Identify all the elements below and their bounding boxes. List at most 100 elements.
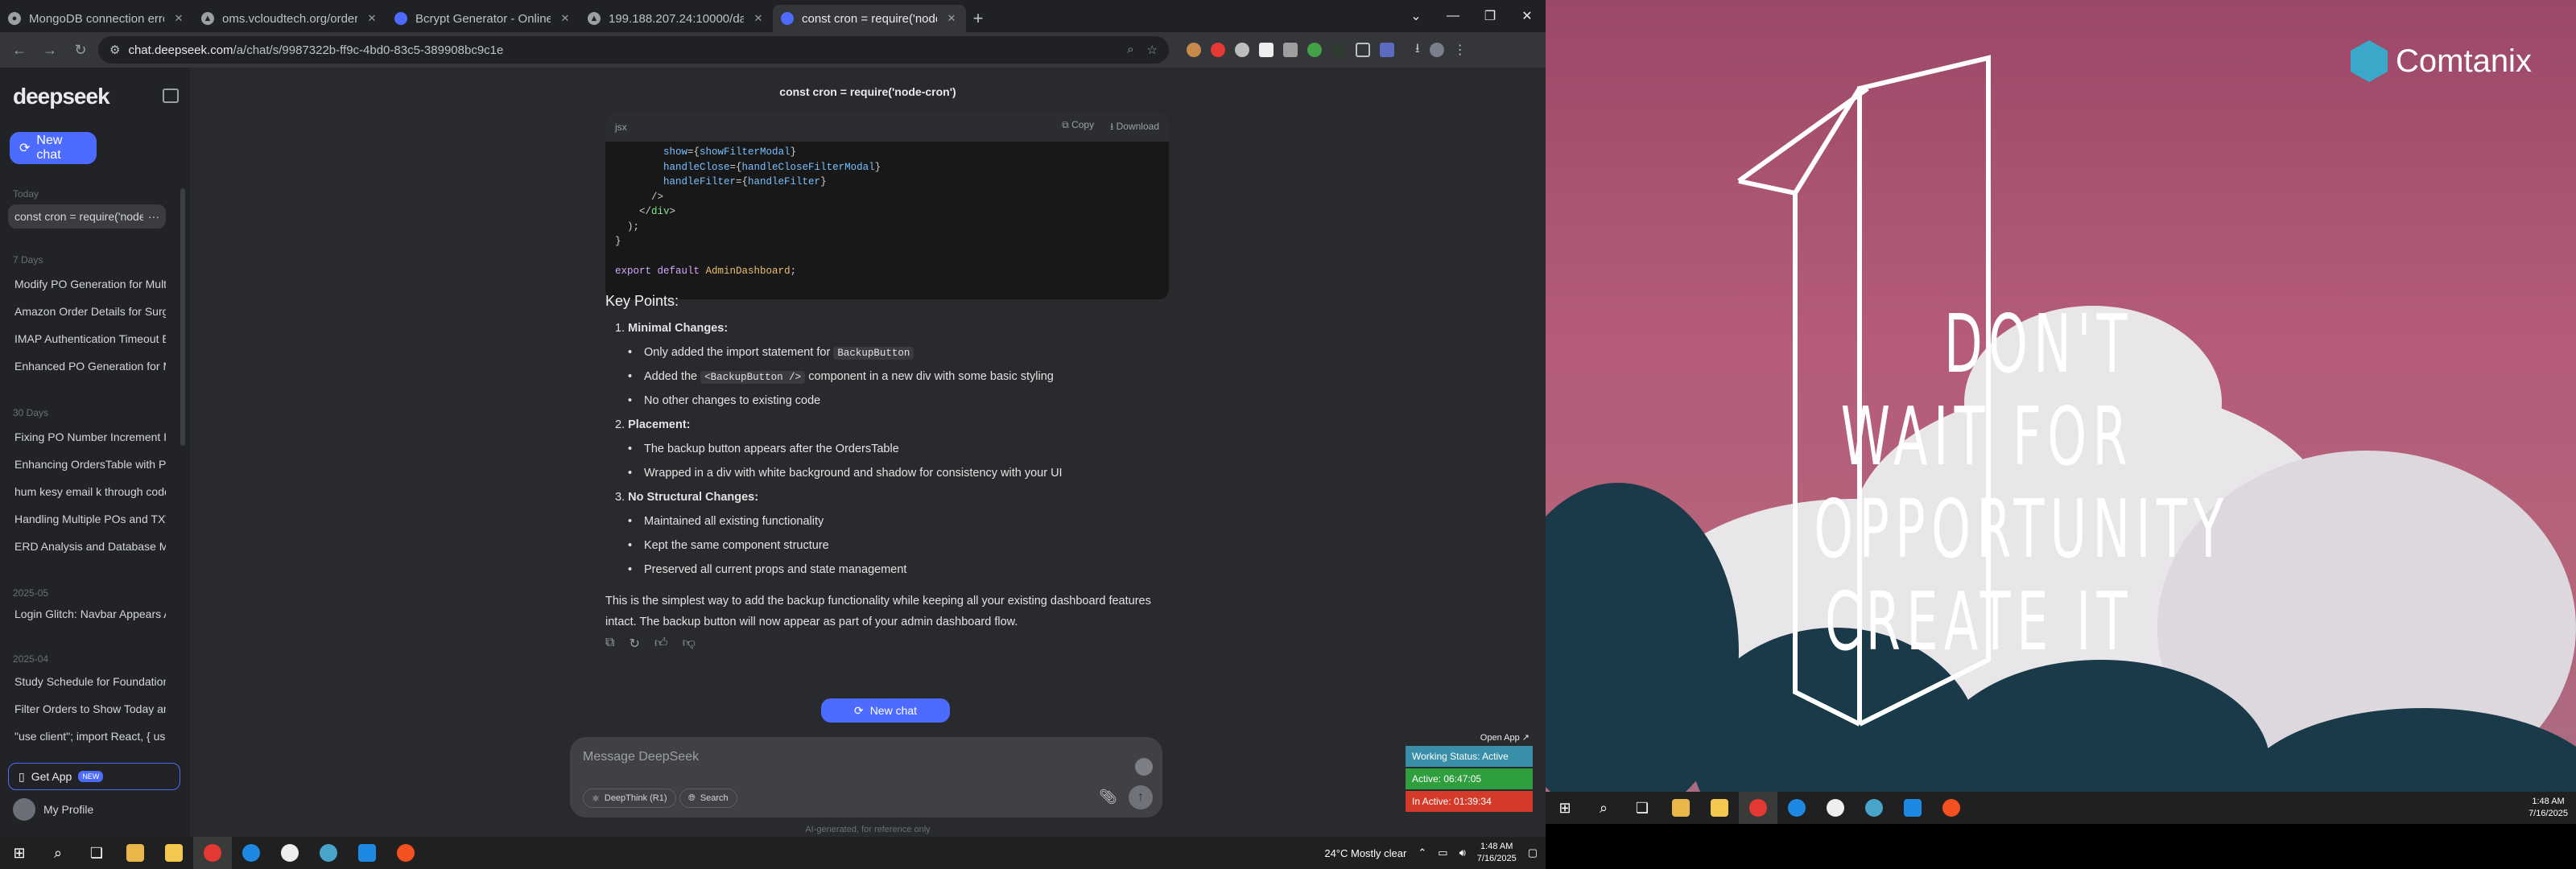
store-icon[interactable] [1700,792,1739,824]
chat-history-item[interactable]: ERD Analysis and Database Mod [8,534,166,558]
vscode-icon[interactable] [348,837,386,869]
menu-icon[interactable]: ⋮ [1454,42,1467,58]
weather[interactable]: 24°C Mostly clear [1324,847,1406,859]
chat-history-item[interactable]: Modify PO Generation for Multi [8,272,166,296]
tab-4[interactable]: const cron = require('node-cron ✕ [773,5,966,32]
tab-3[interactable]: ▲ 199.188.207.24:10000/dashboard ✕ [580,5,773,32]
close-icon[interactable]: ✕ [365,12,378,25]
chrome-icon[interactable] [1739,792,1777,824]
tab-0[interactable]: ● MongoDB connection error fix ✕ [0,5,193,32]
start-icon[interactable]: ⊞ [0,837,39,869]
chat-history-item[interactable]: IMAP Authentication Timeout E [8,327,166,351]
chat-history-item[interactable]: "use client"; import React, { us [8,724,166,748]
chat-history-item[interactable]: Login Glitch: Navbar Appears Af [8,602,166,626]
start-icon[interactable]: ⊞ [1546,792,1584,824]
github-icon[interactable] [1816,792,1855,824]
clock[interactable]: 1:48 AM 7/16/2025 [1477,841,1517,865]
close-icon[interactable]: ✕ [172,12,185,25]
copy-icon[interactable]: ⧉ [605,636,614,652]
clock[interactable]: 1:48 AM 7/16/2025 [2529,796,2568,820]
sidebar-scrollbar[interactable] [180,188,185,446]
attach-icon[interactable]: 📎︎ [1099,789,1117,805]
send-button[interactable]: ↑ [1129,785,1153,809]
restore-button[interactable]: ❐ [1472,0,1509,32]
search-toggle[interactable]: 🌐︎ Search [679,789,737,808]
extension-icon[interactable] [1235,43,1249,57]
tab-2[interactable]: Bcrypt Generator - Online Hash ✕ [386,5,580,32]
assistant-icon[interactable] [1135,758,1153,776]
open-app-link[interactable]: Open App ↗ [1406,731,1533,744]
chat-history-item[interactable]: Fixing PO Number Increment Iss [8,425,166,449]
search-icon[interactable]: ⌕ [39,837,77,869]
postman-icon[interactable] [1932,792,1971,824]
zoom-icon[interactable]: ⌕ [1127,43,1133,57]
regenerate-icon[interactable]: ↻ [629,636,639,652]
chrome-icon[interactable] [193,837,232,869]
new-chat-pill-button[interactable]: ⟳ New chat [821,698,950,723]
chat-history-item[interactable]: Study Schedule for Foundation U [8,669,166,694]
copy-code-button[interactable]: ⧉ Copy [1062,119,1094,136]
extension-icon[interactable] [1187,43,1201,57]
message-composer[interactable]: Message DeepSeek ⚛ DeepThink (R1) 🌐︎ Searc… [570,737,1162,818]
extension-icon[interactable] [1283,43,1298,57]
minimize-button[interactable]: — [1435,0,1472,32]
address-bar[interactable]: ⚙ chat.deepseek.com/a/chat/s/9987322b-ff… [98,36,1169,64]
app-icon[interactable] [309,837,348,869]
more-options-icon[interactable]: ··· [143,204,159,229]
file-explorer-icon[interactable] [1662,792,1700,824]
extension-icon[interactable] [1307,43,1322,57]
download-code-button[interactable]: ⭳ Download [1110,119,1159,136]
dropdown-icon[interactable]: ⌄ [1397,0,1435,32]
chat-history-item[interactable]: Amazon Order Details for Surge [8,299,166,323]
reload-button[interactable]: ↻ [68,37,93,63]
notification-icon[interactable]: ▢ [1528,846,1538,859]
search-icon[interactable]: ⌕ [1584,792,1623,824]
download-icon[interactable]: ⭳ [1415,39,1420,61]
thumbs-down-icon[interactable]: 👎︎ [683,636,696,652]
get-app-button[interactable]: ▯ Get App NEW [8,763,180,790]
chevron-up-icon[interactable]: ⌃ [1418,846,1426,859]
app-icon[interactable] [1777,792,1816,824]
chat-history-item[interactable]: Handling Multiple POs and TXW [8,507,166,531]
chat-history-item[interactable]: Filter Orders to Show Today and [8,697,166,721]
vscode-icon[interactable] [1893,792,1932,824]
file-explorer-icon[interactable] [116,837,155,869]
tab-1[interactable]: ▲ oms.vcloudtech.org/orders/68 ✕ [193,5,386,32]
close-icon[interactable]: ✕ [945,12,958,25]
chat-history-item[interactable]: Enhancing OrdersTable with Pro [8,452,166,476]
app-icon[interactable] [1855,792,1893,824]
chat-history-item[interactable]: const cron = require('node- ··· [8,204,166,229]
forward-button[interactable]: → [37,37,63,63]
task-view-icon[interactable]: ❏ [77,837,116,869]
my-profile-button[interactable]: My Profile [13,798,93,821]
chat-history-item[interactable]: hum kesy email k through code [8,480,166,504]
chat-history-item[interactable]: Enhanced PO Generation for Mu [8,354,166,378]
back-button[interactable]: ← [6,37,32,63]
volume-icon[interactable]: 🔊︎ [1459,846,1466,859]
app-icon[interactable] [232,837,270,869]
new-chat-button[interactable]: ⟳ New chat [10,132,97,164]
message-input[interactable]: Message DeepSeek [583,750,699,764]
store-icon[interactable] [155,837,193,869]
extension-icon[interactable] [1211,43,1225,57]
new-tab-button[interactable]: + [966,5,990,32]
postman-icon[interactable] [386,837,425,869]
bookmark-star-icon[interactable]: ☆ [1147,43,1158,57]
collapse-sidebar-icon[interactable] [163,89,179,103]
extension-icon[interactable] [1331,43,1346,57]
site-info-icon[interactable]: ⚙ [109,43,120,57]
deepthink-toggle[interactable]: ⚛ DeepThink (R1) [583,789,676,808]
network-icon[interactable]: ▭ [1438,846,1447,859]
deepseek-logo[interactable]: deepseek [13,84,110,109]
github-icon[interactable] [270,837,309,869]
close-window-button[interactable]: ✕ [1509,0,1546,32]
close-icon[interactable]: ✕ [559,12,572,25]
close-icon[interactable]: ✕ [752,12,765,25]
taskbar: ⊞ ⌕ ❏ 24°C Mostly clear ⌃ ▭ 🔊︎ 1:48 AM 7/… [0,837,1546,869]
extension-icon[interactable] [1259,43,1274,57]
profile-icon[interactable] [1380,43,1394,57]
task-view-icon[interactable]: ❏ [1623,792,1662,824]
avatar[interactable] [1429,43,1444,57]
thumbs-up-icon[interactable]: 👍︎ [654,636,668,652]
extensions-puzzle-icon[interactable] [1356,43,1370,57]
